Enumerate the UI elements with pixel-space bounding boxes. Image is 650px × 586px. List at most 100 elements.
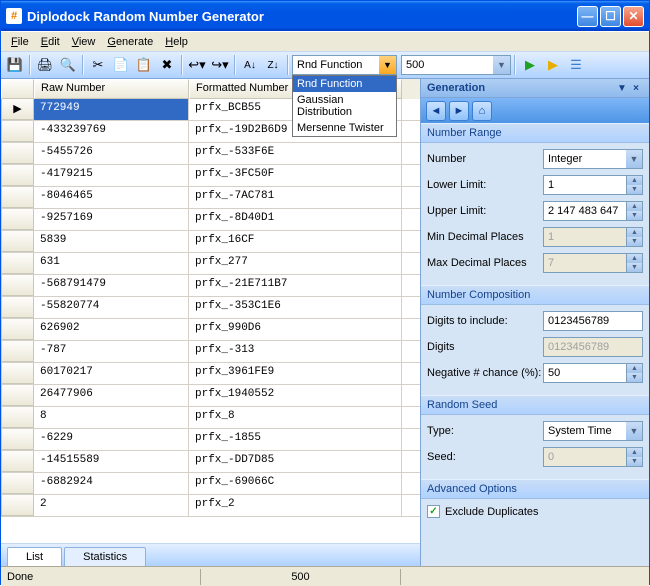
sort-desc-icon[interactable]: Z↓ xyxy=(262,54,284,76)
cell-raw: -4179215 xyxy=(34,165,189,186)
view-tabs: List Statistics xyxy=(1,543,420,566)
cell-raw: 631 xyxy=(34,253,189,274)
dropdown-item[interactable]: Mersenne Twister xyxy=(293,120,396,136)
cell-fmt: prfx_16CF xyxy=(189,231,402,252)
checkbox-icon[interactable]: ✓ xyxy=(427,505,440,518)
dropdown-item[interactable]: Gaussian Distribution xyxy=(293,92,396,120)
neg-chance-label: Negative # chance (%): xyxy=(427,367,543,379)
col-raw-number[interactable]: Raw Number xyxy=(34,79,189,99)
chevron-down-icon[interactable]: ▼ xyxy=(379,56,396,74)
neg-chance-input[interactable]: 50▲▼ xyxy=(543,363,643,383)
section-seed: Random Seed xyxy=(421,395,649,415)
back-icon[interactable]: ◄ xyxy=(426,101,446,121)
row-header-col[interactable] xyxy=(1,79,34,99)
function-combo[interactable]: Rnd Function ▼ Rnd Function Gaussian Dis… xyxy=(292,55,397,75)
sort-asc-icon[interactable]: A↓ xyxy=(239,54,261,76)
lower-limit-label: Lower Limit: xyxy=(427,179,543,191)
menu-file[interactable]: File xyxy=(5,34,35,50)
table-row[interactable]: 631prfx_277 xyxy=(1,253,420,275)
table-row[interactable]: -55820774prfx_-353C1E6 xyxy=(1,297,420,319)
print-preview-icon[interactable]: 🔍 xyxy=(57,54,79,76)
cut-icon[interactable]: ✂ xyxy=(87,54,109,76)
lower-limit-input[interactable]: 1▲▼ xyxy=(543,175,643,195)
table-row[interactable]: -14515589prfx_-DD7D85 xyxy=(1,451,420,473)
chevron-down-icon[interactable]: ▼ xyxy=(493,56,510,74)
number-type-select[interactable]: Integer▼ xyxy=(543,149,643,169)
home-icon[interactable]: ⌂ xyxy=(472,101,492,121)
table-row[interactable]: 60170217prfx_3961FE9 xyxy=(1,363,420,385)
table-row[interactable]: 626902prfx_990D6 xyxy=(1,319,420,341)
cell-raw: 5839 xyxy=(34,231,189,252)
table-row[interactable]: -6882924prfx_-69066C xyxy=(1,473,420,495)
tab-statistics[interactable]: Statistics xyxy=(64,547,146,566)
paste-icon[interactable]: 📋 xyxy=(133,54,155,76)
cell-raw: -568791479 xyxy=(34,275,189,296)
menu-generate[interactable]: Generate xyxy=(101,34,159,50)
cell-raw: 626902 xyxy=(34,319,189,340)
cell-fmt: prfx_-533F6E xyxy=(189,143,402,164)
cell-raw: -787 xyxy=(34,341,189,362)
run-add-icon[interactable]: ▶ xyxy=(542,54,564,76)
data-grid[interactable]: Raw Number Formatted Number ▶772949prfx_… xyxy=(1,79,420,543)
row-indicator xyxy=(1,473,34,494)
delete-icon[interactable]: ✖ xyxy=(156,54,178,76)
table-row[interactable]: -5455726prfx_-533F6E xyxy=(1,143,420,165)
row-indicator: ▶ xyxy=(1,99,34,120)
row-indicator xyxy=(1,231,34,252)
table-row[interactable]: 2prfx_2 xyxy=(1,495,420,517)
cell-raw: -9257169 xyxy=(34,209,189,230)
seed-type-select[interactable]: System Time▼ xyxy=(543,421,643,441)
section-number-range: Number Range xyxy=(421,123,649,143)
close-button[interactable]: ✕ xyxy=(623,6,644,27)
dropdown-item[interactable]: Rnd Function xyxy=(293,76,396,92)
table-row[interactable]: -4179215prfx_-3FC50F xyxy=(1,165,420,187)
min-dec-label: Min Decimal Places xyxy=(427,231,543,243)
redo-icon[interactable]: ↪▾ xyxy=(209,54,231,76)
table-row[interactable]: -8046465prfx_-7AC781 xyxy=(1,187,420,209)
chevron-down-icon[interactable]: ▼ xyxy=(626,422,642,440)
menu-help[interactable]: Help xyxy=(159,34,194,50)
chevron-down-icon[interactable]: ▼ xyxy=(626,150,642,168)
row-indicator xyxy=(1,319,34,340)
tab-list[interactable]: List xyxy=(7,547,62,566)
panel-menu-icon[interactable]: ▼ xyxy=(615,83,629,94)
table-row[interactable]: 26477906prfx_1940552 xyxy=(1,385,420,407)
maximize-button[interactable]: ☐ xyxy=(600,6,621,27)
upper-limit-input[interactable]: 2 147 483 647▲▼ xyxy=(543,201,643,221)
row-indicator xyxy=(1,451,34,472)
table-row[interactable]: -6229prfx_-1855 xyxy=(1,429,420,451)
count-combo[interactable]: 500 ▼ xyxy=(401,55,511,75)
menu-view[interactable]: View xyxy=(66,34,102,50)
digits-include-input[interactable] xyxy=(543,311,643,331)
function-dropdown: Rnd Function Gaussian Distribution Merse… xyxy=(292,75,397,137)
run-icon[interactable]: ▶ xyxy=(519,54,541,76)
row-indicator xyxy=(1,143,34,164)
panel-close-icon[interactable]: × xyxy=(629,83,643,94)
row-indicator xyxy=(1,121,34,142)
cell-fmt: prfx_-313 xyxy=(189,341,402,362)
options-icon[interactable]: ☰ xyxy=(565,54,587,76)
digits-include-label: Digits to include: xyxy=(427,315,543,327)
forward-icon[interactable]: ► xyxy=(449,101,469,121)
cell-raw: -14515589 xyxy=(34,451,189,472)
exclude-duplicates-checkbox[interactable]: ✓ Exclude Duplicates xyxy=(427,505,643,518)
table-row[interactable]: 8prfx_8 xyxy=(1,407,420,429)
cell-raw: -6229 xyxy=(34,429,189,450)
table-row[interactable]: -568791479prfx_-21E711B7 xyxy=(1,275,420,297)
digits-label: Digits xyxy=(427,341,543,353)
cell-raw: -6882924 xyxy=(34,473,189,494)
cell-fmt: prfx_277 xyxy=(189,253,402,274)
save-icon[interactable]: 💾 xyxy=(4,54,26,76)
menu-edit[interactable]: Edit xyxy=(35,34,66,50)
table-row[interactable]: 5839prfx_16CF xyxy=(1,231,420,253)
status-left: Done xyxy=(1,569,201,585)
copy-icon[interactable]: 📄 xyxy=(110,54,132,76)
row-indicator xyxy=(1,495,34,516)
table-row[interactable]: -9257169prfx_-8D40D1 xyxy=(1,209,420,231)
table-row[interactable]: -787prfx_-313 xyxy=(1,341,420,363)
print-icon[interactable]: 🖨 xyxy=(34,54,56,76)
cell-fmt: prfx_-3FC50F xyxy=(189,165,402,186)
minimize-button[interactable]: — xyxy=(577,6,598,27)
row-indicator xyxy=(1,385,34,406)
undo-icon[interactable]: ↩▾ xyxy=(186,54,208,76)
